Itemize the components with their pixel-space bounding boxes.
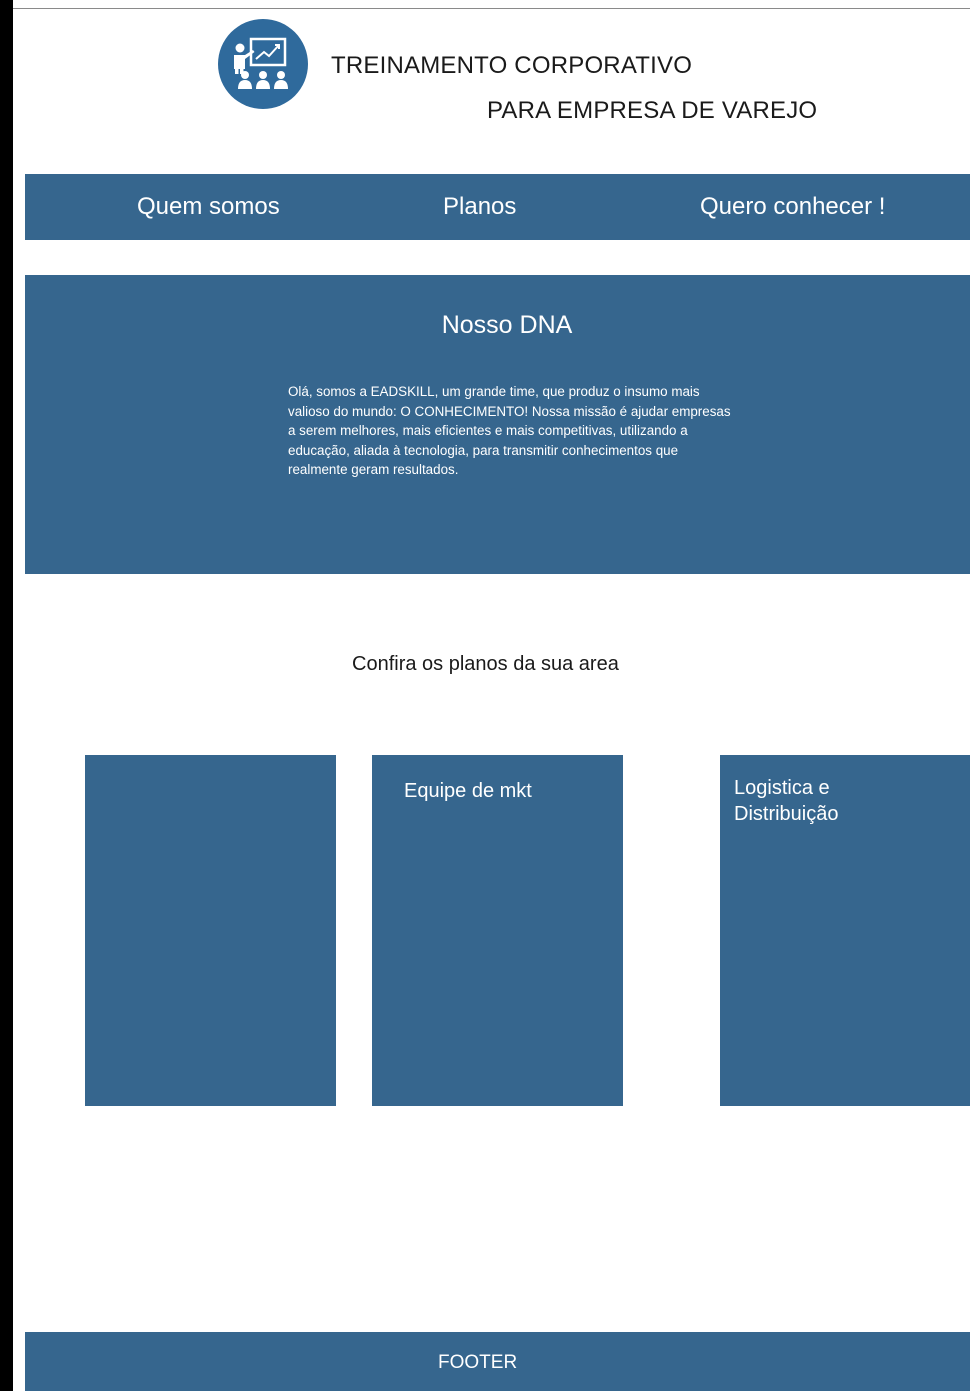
dna-section: Nosso DNA Olá, somos a EADSKILL, um gran… — [25, 275, 970, 574]
nav-item-planos[interactable]: Planos — [443, 174, 516, 240]
page: TREINAMENTO CORPORATIVO PARA EMPRESA DE … — [0, 0, 970, 1391]
dna-title: Nosso DNA — [441, 311, 573, 339]
plan-card-label: Logistica e Distribuição — [734, 777, 839, 825]
plan-card-equipe-mkt[interactable]: Equipe de mkt — [372, 755, 623, 1106]
plan-card-label: Equipe de mkt — [404, 780, 532, 802]
plan-card-1[interactable] — [85, 755, 336, 1106]
plan-card-logistica[interactable]: Logistica e Distribuição — [720, 755, 970, 1106]
left-border — [0, 0, 13, 1391]
site-title-line1: TREINAMENTO CORPORATIVO — [331, 52, 693, 79]
dna-description: Olá, somos a EADSKILL, um grande time, q… — [288, 384, 731, 477]
footer-label: FOOTER — [438, 1352, 518, 1373]
nav-item-quem-somos[interactable]: Quem somos — [137, 174, 280, 240]
training-presentation-icon — [218, 19, 308, 109]
site-title-line2: PARA EMPRESA DE VAREJO — [487, 97, 818, 124]
top-divider — [13, 8, 970, 9]
main-nav: Quem somos Planos Quero conhecer ! — [25, 174, 970, 240]
plans-heading: Confira os planos da sua area — [352, 653, 619, 675]
footer: FOOTER — [25, 1332, 970, 1391]
nav-item-quero-conhecer[interactable]: Quero conhecer ! — [700, 174, 885, 240]
